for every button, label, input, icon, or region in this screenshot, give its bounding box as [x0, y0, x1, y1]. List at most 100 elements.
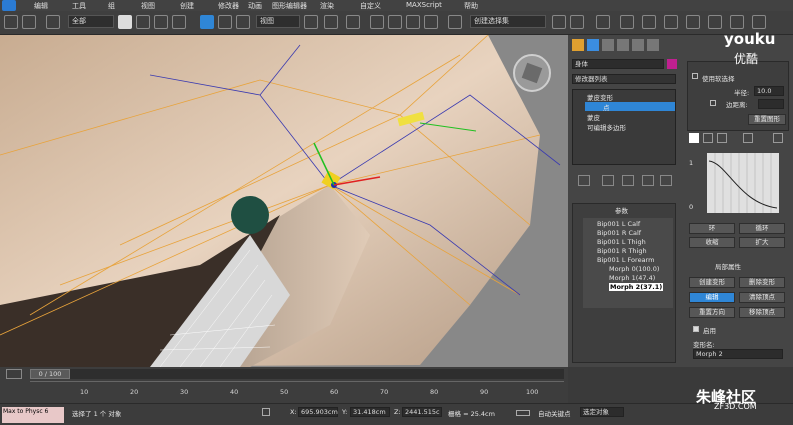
menu-edit[interactable]: 编辑: [34, 1, 48, 11]
rotate-icon[interactable]: [218, 15, 232, 29]
tree-item[interactable]: Bip001 L Thigh: [597, 238, 646, 246]
select-by-name-icon[interactable]: [136, 15, 150, 29]
key-icon[interactable]: [516, 410, 530, 416]
modifier-list-select[interactable]: 修改器列表: [572, 74, 676, 84]
menu-help[interactable]: 帮助: [464, 1, 478, 11]
curve-editor-icon[interactable]: [642, 15, 656, 29]
local-properties-title[interactable]: 局部属性: [715, 261, 741, 271]
keyboard-shortcut-icon[interactable]: [346, 15, 360, 29]
maxscript-listener-box[interactable]: Max to Physc 6: [2, 407, 64, 423]
tree-item[interactable]: Bip001 R Thigh: [597, 247, 647, 255]
menu-group[interactable]: 组: [108, 1, 115, 11]
undo-icon[interactable]: [4, 15, 18, 29]
menu-animation[interactable]: 动画: [248, 1, 262, 11]
time-slider-track[interactable]: [30, 369, 564, 379]
key-filter-select[interactable]: 选定对象: [580, 407, 624, 417]
y-coordinate-field[interactable]: 31.418cm: [350, 407, 390, 417]
tree-item[interactable]: Bip001 R Calf: [597, 229, 641, 237]
render-setup-icon[interactable]: [708, 15, 722, 29]
graphite-tools-icon[interactable]: [620, 15, 634, 29]
perspective-viewport[interactable]: [0, 35, 568, 367]
rect-selection-icon[interactable]: [154, 15, 168, 29]
pin-stack-icon[interactable]: [578, 175, 590, 186]
make-unique-icon[interactable]: [622, 175, 634, 186]
angle-snap-icon[interactable]: [388, 15, 402, 29]
menu-tools[interactable]: 工具: [72, 1, 86, 11]
percent-snap-icon[interactable]: [406, 15, 420, 29]
grow-button[interactable]: 扩大: [739, 237, 785, 248]
edge-distance-input[interactable]: [758, 99, 784, 109]
hierarchy-tab-icon[interactable]: [602, 39, 614, 51]
menu-rendering[interactable]: 渲染: [320, 1, 334, 11]
align-icon[interactable]: [570, 15, 584, 29]
schematic-view-icon[interactable]: [664, 15, 678, 29]
render-icon[interactable]: [752, 15, 766, 29]
use-soft-select-checkbox[interactable]: [692, 73, 698, 79]
select-manipulate-icon[interactable]: [324, 15, 338, 29]
create-morph-button[interactable]: 创建变形: [689, 277, 735, 288]
select-object-icon[interactable]: [118, 15, 132, 29]
lock-selection-icon[interactable]: [262, 408, 270, 416]
menu-views[interactable]: 视图: [141, 1, 155, 11]
mirror-icon[interactable]: [552, 15, 566, 29]
enable-checkbox[interactable]: [693, 326, 699, 332]
app-logo-icon[interactable]: [2, 0, 16, 11]
material-editor-icon[interactable]: [686, 15, 700, 29]
tree-item[interactable]: Bip001 L Calf: [597, 220, 640, 228]
scale-icon[interactable]: [236, 15, 250, 29]
motion-tab-icon[interactable]: [617, 39, 629, 51]
layer-manager-icon[interactable]: [596, 15, 610, 29]
tree-item[interactable]: Bip001 L Forearm: [597, 256, 654, 264]
corner-point-icon[interactable]: [717, 133, 727, 143]
named-selection-set-select[interactable]: 创建选择集: [470, 15, 546, 28]
move-icon[interactable]: [200, 15, 214, 29]
ring-button[interactable]: 循环: [739, 223, 785, 234]
delete-morph-button[interactable]: 删除变形: [739, 277, 785, 288]
show-end-result-icon[interactable]: [602, 175, 614, 186]
add-point-icon[interactable]: [743, 133, 753, 143]
morph-name-input[interactable]: Morph 2: [693, 349, 783, 359]
stack-item-skin[interactable]: 蒙皮: [587, 112, 600, 122]
utilities-tab-icon[interactable]: [647, 39, 659, 51]
loop-button[interactable]: 环: [689, 223, 735, 234]
stack-item-points[interactable]: 点: [603, 102, 610, 112]
spinner-snap-icon[interactable]: [424, 15, 438, 29]
falloff-curve-graph[interactable]: [707, 153, 779, 213]
window-crossing-icon[interactable]: [172, 15, 186, 29]
morph-item[interactable]: Morph 1(47.4): [609, 274, 655, 282]
morph-item[interactable]: Morph 0(100.0): [609, 265, 659, 273]
object-color-swatch[interactable]: [667, 59, 677, 69]
parameters-title[interactable]: 参数: [615, 205, 628, 215]
remove-modifier-icon[interactable]: [642, 175, 654, 186]
edit-named-sets-icon[interactable]: [448, 15, 462, 29]
redo-icon[interactable]: [22, 15, 36, 29]
edge-distance-checkbox[interactable]: [710, 100, 716, 106]
menu-maxscript[interactable]: MAXScript: [406, 1, 442, 9]
move-point-icon[interactable]: [703, 133, 713, 143]
snap-icon[interactable]: [370, 15, 384, 29]
configure-sets-icon[interactable]: [660, 175, 672, 186]
remove-vertices-button[interactable]: 移除顶点: [739, 307, 785, 318]
graph-icon[interactable]: [689, 133, 699, 143]
menu-create[interactable]: 创建: [180, 1, 194, 11]
modify-tab-icon[interactable]: [587, 39, 599, 51]
display-tab-icon[interactable]: [632, 39, 644, 51]
reset-direction-button[interactable]: 重置方向: [689, 307, 735, 318]
reset-graph-button[interactable]: 重置图形: [748, 114, 786, 125]
morph-item-selected[interactable]: Morph 2(37.1): [609, 283, 664, 291]
selection-filter-select[interactable]: 全部: [68, 15, 114, 28]
stack-item-skin-morph[interactable]: 蒙皮变形: [587, 92, 613, 102]
pivot-icon[interactable]: [304, 15, 318, 29]
menu-graph-editors[interactable]: 图形编辑器: [272, 1, 307, 11]
auto-key-label[interactable]: 自动关键点: [538, 408, 571, 418]
shrink-button[interactable]: 收缩: [689, 237, 735, 248]
link-icon[interactable]: [46, 15, 60, 29]
time-slider-thumb[interactable]: 0 / 100: [30, 369, 70, 379]
z-coordinate-field[interactable]: 2441.515c: [402, 407, 442, 417]
edit-button[interactable]: 编辑: [689, 292, 735, 303]
create-tab-icon[interactable]: [572, 39, 584, 51]
stack-item-editable-poly[interactable]: 可编辑多边形: [587, 122, 626, 132]
mini-curve-icon[interactable]: [6, 369, 22, 379]
menu-customize[interactable]: 自定义: [360, 1, 381, 11]
rendered-frame-icon[interactable]: [730, 15, 744, 29]
